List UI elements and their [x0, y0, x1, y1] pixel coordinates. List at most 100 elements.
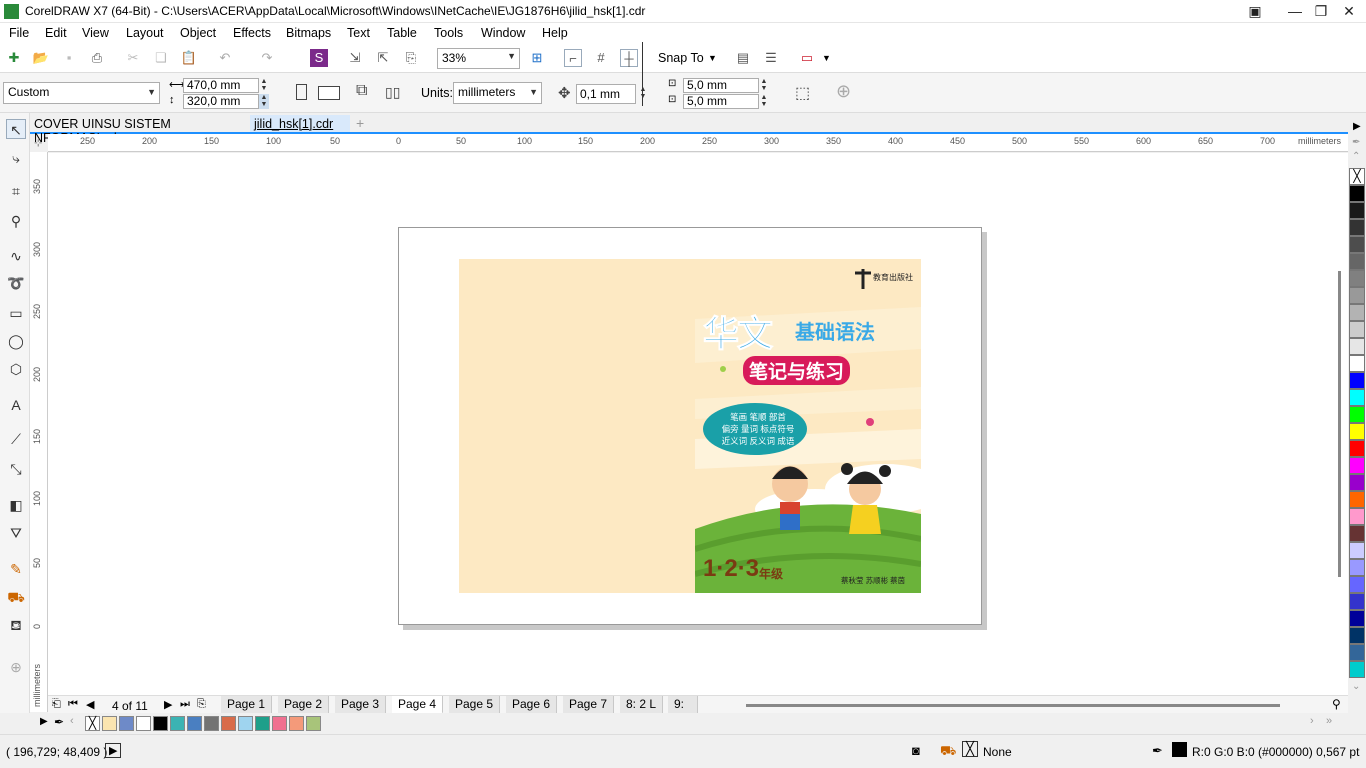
palette-swatch[interactable] — [204, 716, 219, 731]
color-proof-icon[interactable]: ◙ — [912, 743, 920, 758]
restore-button[interactable]: ❐ — [1306, 0, 1336, 22]
palette-swatch[interactable] — [1349, 287, 1365, 304]
palette-options-icon[interactable]: ▶ — [1353, 121, 1361, 132]
insert-page-before-icon[interactable]: ⎗ — [52, 698, 61, 711]
palette-eyedropper-icon[interactable]: ✒ — [1352, 137, 1360, 148]
palette-swatch[interactable] — [102, 716, 117, 731]
crop-tool-icon[interactable]: ⌗ — [6, 181, 26, 201]
show-guidelines-icon[interactable]: ┼ — [620, 49, 638, 67]
height-spinner[interactable]: ▲ ▼ — [259, 94, 269, 109]
menu-table[interactable]: Table — [387, 26, 417, 40]
next-page-icon[interactable]: ▶ — [164, 698, 172, 711]
page-tab-6[interactable]: Page 6 — [506, 696, 558, 714]
palette-swatch[interactable] — [153, 716, 168, 731]
palette-swatch[interactable] — [1349, 253, 1365, 270]
outline-pen-icon[interactable]: ✒ — [1152, 743, 1163, 759]
palette-swatch[interactable] — [1349, 491, 1365, 508]
vertical-guideline[interactable] — [642, 42, 643, 106]
palette-scroll-down-icon[interactable]: ⌄ — [1352, 681, 1360, 692]
palette-swatch[interactable] — [1349, 355, 1365, 372]
palette-swatch[interactable] — [1349, 321, 1365, 338]
scroll-left-icon[interactable]: ‹ — [70, 715, 74, 727]
text-tool-icon[interactable]: A — [6, 395, 26, 415]
palette-swatch[interactable] — [306, 716, 321, 731]
palette-swatch[interactable] — [1349, 508, 1365, 525]
palette-swatch[interactable] — [1349, 627, 1365, 644]
page-counter[interactable]: 4 of 11 — [112, 699, 148, 713]
palette-swatch[interactable] — [1349, 457, 1365, 474]
vertical-scrollbar[interactable] — [1338, 153, 1348, 695]
shape-tool-icon[interactable]: ⤷ — [6, 148, 26, 168]
no-color-swatch[interactable]: ╳ — [1349, 168, 1365, 185]
rectangle-tool-icon[interactable]: ▭ — [6, 303, 26, 323]
palette-swatch[interactable] — [1349, 202, 1365, 219]
page-tab-8[interactable]: 8: 2 L — [620, 696, 664, 714]
import-icon[interactable]: ⇲ — [346, 49, 364, 67]
palette-swatch[interactable] — [238, 716, 253, 731]
palette-swatch[interactable] — [1349, 304, 1365, 321]
page-tab-1[interactable]: Page 1 — [221, 696, 273, 714]
menu-effects[interactable]: Effects — [233, 26, 271, 40]
nudge-spinner[interactable]: ▲ ▼ — [638, 86, 648, 101]
horizontal-scrollbar[interactable] — [746, 704, 1280, 707]
tab-jilid-hsk[interactable]: jilid_hsk[1].cdr — [250, 115, 350, 134]
full-screen-icon[interactable]: ⊞ — [528, 49, 546, 67]
menu-object[interactable]: Object — [180, 26, 216, 40]
page-tab-7[interactable]: Page 7 — [563, 696, 615, 714]
parallel-dimension-icon[interactable]: ⟋ — [6, 429, 26, 449]
palette-swatch[interactable] — [1349, 644, 1365, 661]
eyedropper-icon[interactable]: ✒ — [54, 715, 64, 729]
treat-as-filled-icon[interactable]: ⬚ — [795, 83, 810, 103]
interactive-fill-icon[interactable]: ⛟ — [6, 587, 26, 607]
palette-swatch[interactable] — [1349, 389, 1365, 406]
vertical-scroll-thumb[interactable] — [1338, 271, 1341, 577]
artistic-media-icon[interactable]: ➰ — [6, 273, 26, 293]
palette-swatch[interactable] — [1349, 338, 1365, 355]
add-icon[interactable]: ⊕ — [836, 81, 851, 102]
palette-swatch[interactable] — [221, 716, 236, 731]
palette-swatch[interactable] — [1349, 270, 1365, 287]
last-page-icon[interactable]: ⏭ — [180, 698, 190, 711]
freehand-tool-icon[interactable]: ∿ — [6, 246, 26, 266]
export-icon[interactable]: ⇱ — [374, 49, 392, 67]
page-width-field[interactable]: 470,0 mm — [183, 78, 259, 93]
zoom-tool-icon[interactable]: ⚲ — [6, 211, 26, 231]
show-rulers-icon[interactable]: ⌐ — [564, 49, 582, 67]
palette-swatch[interactable] — [1349, 236, 1365, 253]
paste-icon[interactable]: 📋 — [180, 49, 198, 67]
palette-swatch[interactable] — [1349, 372, 1365, 389]
horizontal-ruler[interactable]: 250 200 150 100 50 0 50 100 150 200 250 … — [48, 134, 1348, 152]
page-tab-9[interactable]: 9: — [668, 696, 698, 714]
palette-swatch[interactable] — [136, 716, 151, 731]
smart-fill-icon[interactable]: ⛾ — [6, 615, 26, 635]
palette-expand-icon[interactable]: » — [1326, 715, 1332, 727]
publish-pdf-icon[interactable]: ⎘ — [402, 49, 420, 67]
front-cover[interactable]: 教育出版社 华文 基础语法 笔记与练习 笔画 笔顺 部首 偏旁 量词 标点符号 … — [695, 259, 921, 593]
palette-swatch[interactable] — [1349, 525, 1365, 542]
open-icon[interactable]: 📂 — [32, 49, 50, 67]
chevron-down-icon[interactable]: ▼ — [708, 53, 717, 63]
color-eyedropper-icon[interactable]: ✎ — [6, 559, 26, 579]
page-tab-4-active[interactable]: Page 4 — [392, 696, 444, 714]
prev-page-icon[interactable]: ◀ — [86, 698, 94, 711]
pick-tool-icon[interactable]: ↖ — [6, 119, 26, 139]
back-cover[interactable] — [459, 259, 695, 593]
palette-swatch[interactable] — [289, 716, 304, 731]
add-tool-icon[interactable]: ⊕ — [6, 657, 26, 677]
dup-x-spinner[interactable]: ▲ ▼ — [759, 78, 769, 93]
width-spinner[interactable]: ▲ ▼ — [259, 78, 269, 93]
chevron-down-icon[interactable]: ▼ — [822, 53, 831, 63]
print-icon[interactable]: ⎙ — [88, 49, 106, 67]
palette-swatch[interactable] — [255, 716, 270, 731]
insert-page-after-icon[interactable]: ⎘ — [197, 698, 206, 711]
menu-tools[interactable]: Tools — [434, 26, 463, 40]
palette-swatch[interactable] — [1349, 661, 1365, 678]
close-button[interactable]: ✕ — [1334, 0, 1364, 22]
palette-swatch[interactable] — [272, 716, 287, 731]
fill-none-swatch[interactable]: ╳ — [962, 741, 978, 757]
palette-swatch[interactable] — [1349, 219, 1365, 236]
nudge-distance-field[interactable]: 0,1 mm — [576, 84, 636, 104]
tab-cover-uinsu[interactable]: COVER UINSU SISTEM NFORMASI.cdr — [30, 115, 250, 145]
show-grid-icon[interactable]: # — [592, 49, 610, 67]
drop-shadow-icon[interactable]: ◧ — [6, 495, 26, 515]
